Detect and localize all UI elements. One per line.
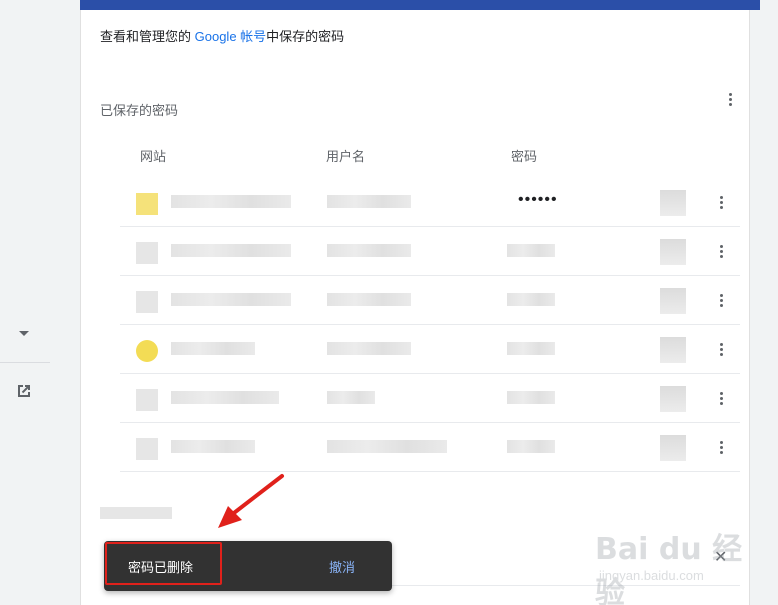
google-account-link[interactable]: Google 帐号 bbox=[195, 29, 267, 44]
more-vert-icon[interactable] bbox=[712, 438, 730, 456]
watermark: Bai du 经验 jingyan.baidu.com bbox=[595, 518, 745, 605]
nav-divider bbox=[0, 362, 50, 363]
password-blurred bbox=[507, 342, 555, 355]
table-row[interactable] bbox=[120, 227, 740, 276]
site-blurred bbox=[171, 342, 255, 355]
section-heading-blurred bbox=[100, 507, 172, 519]
more-vert-icon[interactable] bbox=[712, 340, 730, 358]
show-password-icon[interactable] bbox=[660, 239, 686, 265]
top-header-bar bbox=[80, 0, 760, 10]
site-blurred bbox=[171, 244, 291, 257]
username-blurred bbox=[327, 195, 411, 208]
site-favicon bbox=[136, 438, 158, 460]
passwords-settings-page: 查看和管理您的 Google 帐号中保存的密码 已保存的密码 网站 用户名 密码… bbox=[0, 0, 778, 605]
site-favicon bbox=[136, 291, 158, 313]
arrow-annotation-icon bbox=[218, 474, 284, 528]
watermark-main: Bai du 经验 bbox=[595, 532, 743, 605]
saved-passwords-heading: 已保存的密码 bbox=[100, 103, 179, 118]
intro-suffix: 中保存的密码 bbox=[266, 29, 345, 44]
show-password-icon[interactable] bbox=[660, 386, 686, 412]
show-password-icon[interactable] bbox=[660, 337, 686, 363]
site-blurred bbox=[171, 391, 279, 404]
open-in-new-icon[interactable] bbox=[15, 382, 33, 400]
chevron-down-icon[interactable] bbox=[19, 331, 29, 336]
password-blurred bbox=[507, 244, 555, 257]
show-password-icon[interactable] bbox=[660, 190, 686, 216]
password-blurred bbox=[507, 440, 555, 453]
site-blurred bbox=[171, 440, 255, 453]
site-blurred bbox=[171, 195, 291, 208]
username-blurred bbox=[327, 391, 375, 404]
username-blurred bbox=[327, 244, 411, 257]
undo-button[interactable]: 撤消 bbox=[329, 557, 355, 576]
username-blurred bbox=[327, 293, 411, 306]
username-blurred bbox=[327, 342, 411, 355]
more-vert-icon[interactable] bbox=[712, 193, 730, 211]
username-blurred bbox=[327, 440, 447, 453]
highlight-box-annotation bbox=[105, 542, 222, 585]
site-favicon bbox=[136, 242, 158, 264]
intro-text: 查看和管理您的 Google 帐号中保存的密码 bbox=[100, 26, 344, 45]
more-vert-icon[interactable] bbox=[712, 291, 730, 309]
more-vert-icon[interactable] bbox=[712, 389, 730, 407]
site-favicon bbox=[136, 389, 158, 411]
table-row[interactable] bbox=[120, 276, 740, 325]
site-blurred bbox=[171, 293, 291, 306]
show-password-icon[interactable] bbox=[660, 288, 686, 314]
password-masked: •••••• bbox=[518, 191, 558, 208]
table-row[interactable] bbox=[120, 374, 740, 423]
password-blurred bbox=[507, 293, 555, 306]
table-row[interactable] bbox=[120, 325, 740, 374]
column-header-password: 密码 bbox=[511, 149, 538, 164]
more-vert-icon[interactable] bbox=[712, 242, 730, 260]
watermark-sub: jingyan.baidu.com bbox=[599, 568, 704, 583]
column-header-username: 用户名 bbox=[326, 149, 366, 164]
site-favicon bbox=[136, 193, 158, 215]
intro-prefix: 查看和管理您的 bbox=[100, 29, 195, 44]
password-blurred bbox=[507, 391, 555, 404]
table-row[interactable]: •••••• bbox=[120, 178, 740, 227]
more-vert-icon[interactable] bbox=[721, 90, 739, 108]
column-header-site: 网站 bbox=[140, 149, 167, 164]
show-password-icon[interactable] bbox=[660, 435, 686, 461]
table-row[interactable] bbox=[120, 423, 740, 472]
left-nav bbox=[0, 0, 50, 605]
site-favicon bbox=[136, 340, 158, 362]
